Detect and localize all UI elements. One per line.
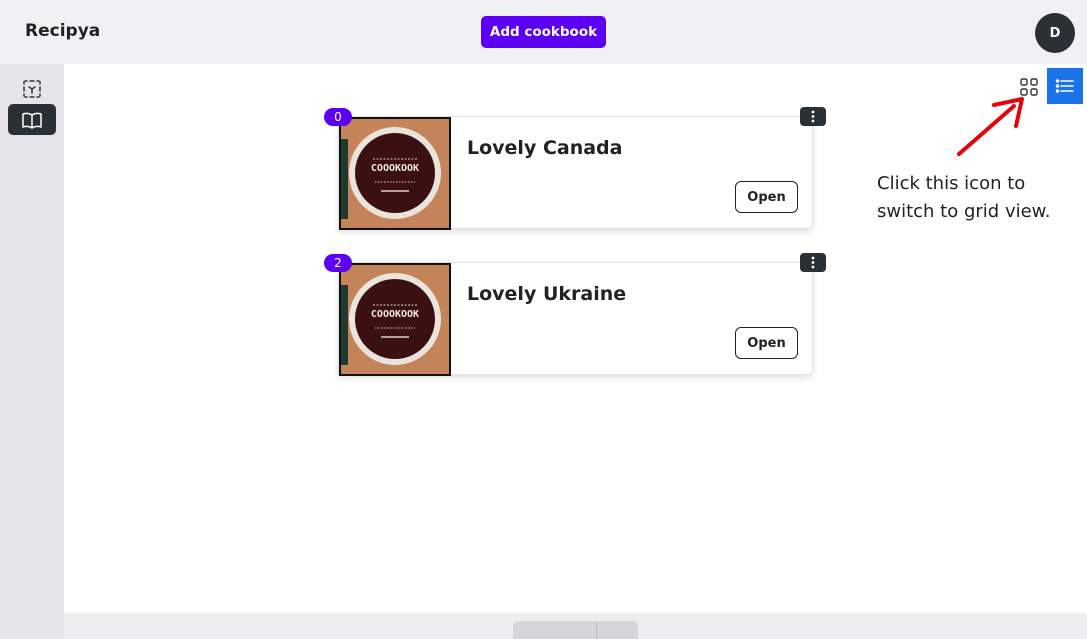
sidebar-item-scan[interactable] — [8, 73, 56, 104]
list-view-icon — [1055, 79, 1074, 93]
scan-icon — [23, 79, 41, 98]
cookbook-menu-button[interactable] — [800, 107, 826, 126]
kebab-menu-icon — [811, 256, 815, 269]
sidebar-item-cookbooks[interactable] — [8, 104, 56, 135]
bottom-bar — [64, 613, 1087, 639]
cookbook-title[interactable]: Lovely Canada — [467, 137, 622, 159]
cookbook-card: COOOKOOK Lovely Ukraine Open — [338, 262, 813, 376]
list-view-button[interactable] — [1047, 68, 1083, 104]
grid-view-icon — [1020, 77, 1038, 96]
brand-logo[interactable]: Recipya — [25, 21, 100, 41]
cookbook-title[interactable]: Lovely Ukraine — [467, 283, 626, 305]
cookbook-index-badge: 0 — [324, 108, 352, 126]
cookbook-cover-image: COOOKOOK — [339, 263, 451, 376]
kebab-menu-icon — [811, 110, 815, 123]
cookbook-index-badge: 2 — [324, 254, 352, 272]
bottom-tab-bar[interactable] — [513, 621, 638, 639]
add-cookbook-button[interactable]: Add cookbook — [481, 16, 606, 48]
sidebar — [0, 64, 64, 639]
open-cookbook-button[interactable]: Open — [735, 181, 798, 213]
top-bar: Recipya Add cookbook D — [0, 0, 1087, 64]
cookbook-cover-image: COOOKOOK — [339, 117, 451, 230]
user-avatar[interactable]: D — [1035, 13, 1075, 53]
open-cookbook-button[interactable]: Open — [735, 327, 798, 359]
cover-text: COOOKOOK — [371, 309, 419, 320]
cookbook-menu-button[interactable] — [800, 253, 826, 272]
cookbook-card: COOOKOOK Lovely Canada Open — [338, 116, 813, 230]
book-open-icon — [22, 112, 42, 129]
cover-text: COOOKOOK — [371, 163, 419, 174]
annotation-text: Click this icon to switch to grid view. — [877, 173, 1051, 222]
annotation-arrow-icon — [957, 97, 1024, 156]
